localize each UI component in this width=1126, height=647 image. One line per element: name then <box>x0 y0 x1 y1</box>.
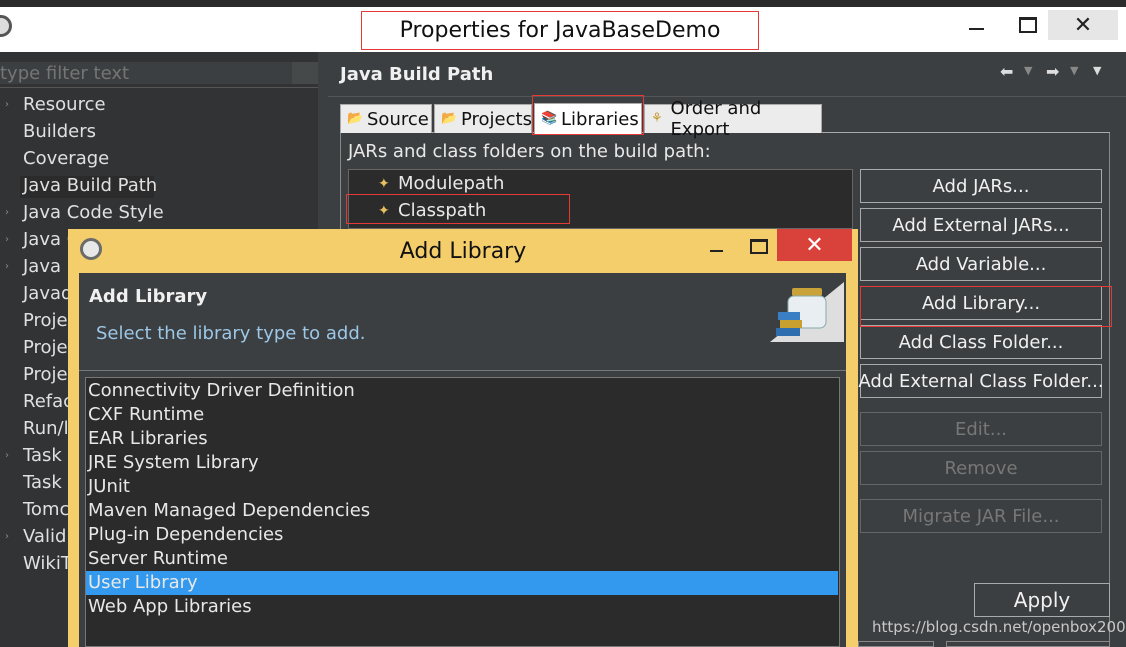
add-variable-button[interactable]: Add Variable... <box>860 247 1102 281</box>
modulepath-icon: ✦ <box>378 176 390 192</box>
list-item[interactable]: Connectivity Driver Definition <box>88 379 355 403</box>
dialog-minimize-button[interactable] <box>697 232 735 260</box>
tab-highlight-box <box>532 95 644 135</box>
tab-label: Source <box>367 108 429 130</box>
back-arrow-icon[interactable]: ⬅ <box>1000 62 1013 81</box>
title-highlight-box <box>361 11 759 50</box>
tree-item[interactable]: Task <box>23 445 62 467</box>
list-item[interactable]: User Library <box>88 571 198 595</box>
tree-item[interactable]: Tomc <box>23 499 69 521</box>
add-jars-button[interactable]: Add JARs... <box>860 169 1102 203</box>
tree-expand-twisty-icon[interactable]: › <box>5 531 11 543</box>
tree-item[interactable]: Valid <box>23 526 66 548</box>
tree-item[interactable]: Javad <box>23 283 72 305</box>
apply-button[interactable]: Apply <box>974 583 1110 617</box>
banner-separator <box>79 370 846 371</box>
back-menu-chevron-icon[interactable]: ▼ <box>1024 64 1032 77</box>
tree-item[interactable]: WikiT <box>23 553 72 575</box>
add-class-folder-button[interactable]: Add Class Folder... <box>860 325 1102 359</box>
list-item[interactable]: JRE System Library <box>88 451 259 475</box>
tree-item[interactable]: Builders <box>23 121 96 143</box>
list-item[interactable]: JUnit <box>88 475 130 499</box>
dialog-close-button[interactable]: ✕ <box>777 229 852 261</box>
list-item[interactable]: Maven Managed Dependencies <box>88 499 370 523</box>
tree-item[interactable]: Run/l <box>23 418 69 440</box>
maximize-icon <box>1019 17 1037 33</box>
library-jar-icon <box>770 282 844 342</box>
tree-item[interactable]: Proje <box>23 310 68 332</box>
projects-icon: 📂 <box>441 111 458 126</box>
order-export-icon: ⚘ <box>651 111 663 126</box>
filter-divider <box>0 87 318 88</box>
tab-source[interactable]: 📂 Source <box>340 104 432 133</box>
minimize-button[interactable] <box>954 10 998 40</box>
remove-button[interactable]: Remove <box>860 451 1102 485</box>
tree-item[interactable]: Resource <box>23 94 106 116</box>
build-path-item-modulepath[interactable]: Modulepath <box>398 173 504 195</box>
tree-expand-twisty-icon[interactable]: › <box>5 207 11 219</box>
list-selection-highlight <box>86 571 838 595</box>
tree-item[interactable]: Refac <box>23 391 73 413</box>
tree-item[interactable]: Java Code Style <box>23 202 164 224</box>
watermark: https://blog.csdn.net/openbox2008 <box>872 618 1126 636</box>
tree-item[interactable]: Proje <box>23 364 68 386</box>
edit-button[interactable]: Edit... <box>860 412 1102 446</box>
migrate-jar-button[interactable]: Migrate JAR File... <box>860 499 1102 533</box>
list-item[interactable]: CXF Runtime <box>88 403 204 427</box>
filter-clear-button[interactable] <box>292 62 318 84</box>
close-icon: ✕ <box>805 232 824 258</box>
build-path-label: JARs and class folders on the build path… <box>348 141 711 162</box>
tab-label: Projects <box>461 108 532 130</box>
list-item[interactable]: Web App Libraries <box>88 595 252 619</box>
view-menu-icon[interactable]: ▼ <box>1093 64 1101 77</box>
tree-item[interactable]: Coverage <box>23 148 109 170</box>
close-button[interactable]: ✕ <box>1048 10 1118 40</box>
add-external-class-folder-button[interactable]: Add External Class Folder... <box>858 364 1104 398</box>
source-folder-icon: 📂 <box>347 111 364 126</box>
tab-projects[interactable]: 📂 Projects <box>434 104 532 133</box>
close-icon: ✕ <box>1073 12 1093 38</box>
tree-expand-twisty-icon[interactable]: › <box>5 99 11 111</box>
tree-item[interactable]: Java Build Path <box>23 175 157 197</box>
tree-item[interactable]: Task <box>23 472 62 494</box>
maximize-icon <box>750 238 768 254</box>
editor-background-strip <box>0 0 1126 7</box>
add-library-highlight-box <box>860 286 1112 327</box>
forward-menu-chevron-icon[interactable]: ▼ <box>1070 64 1078 77</box>
filter-input[interactable] <box>0 62 292 84</box>
minimize-icon <box>968 28 984 30</box>
bottom-button-edge <box>858 641 934 647</box>
page-title: Java Build Path <box>340 64 494 85</box>
list-item[interactable]: Plug-in Dependencies <box>88 523 283 547</box>
add-external-jars-button[interactable]: Add External JARs... <box>860 208 1102 242</box>
tree-item[interactable]: Proje <box>23 337 68 359</box>
list-item[interactable]: EAR Libraries <box>88 427 208 451</box>
forward-arrow-icon[interactable]: ➡ <box>1046 62 1059 81</box>
header-divider <box>328 96 1126 97</box>
tree-expand-twisty-icon[interactable]: › <box>5 234 11 246</box>
tree-expand-twisty-icon[interactable]: › <box>5 450 11 462</box>
bottom-button-edge <box>946 641 1110 647</box>
dialog-maximize-button[interactable] <box>740 232 778 260</box>
banner-title: Add Library <box>89 286 208 307</box>
minimize-icon <box>709 250 723 252</box>
tab-order-and-export[interactable]: ⚘ Order and Export <box>644 98 822 140</box>
classpath-highlight-box <box>346 194 570 224</box>
maximize-button[interactable] <box>1006 10 1050 40</box>
list-item[interactable]: Server Runtime <box>88 547 228 571</box>
tree-expand-twisty-icon[interactable]: › <box>5 261 11 273</box>
tab-label: Order and Export <box>670 98 762 140</box>
banner-description: Select the library type to add. <box>96 323 366 344</box>
